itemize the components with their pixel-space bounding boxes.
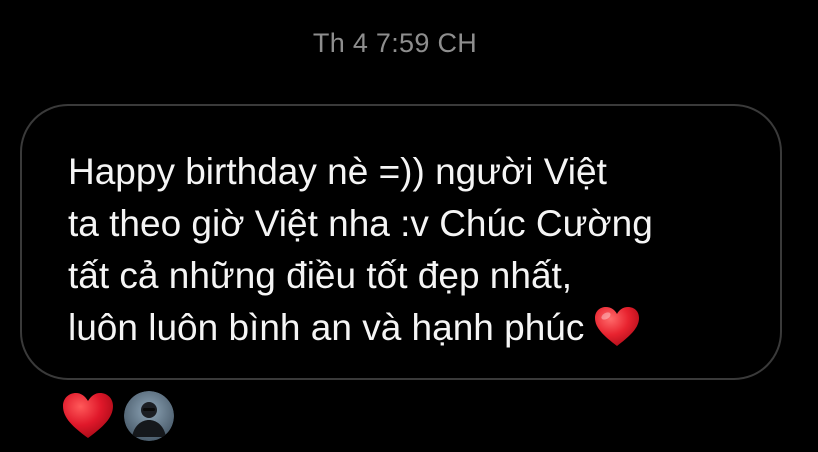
avatar[interactable] (124, 391, 174, 441)
chat-screen: Th 4 7:59 CH Happy birthday nè =)) người… (0, 0, 818, 452)
red-heart-icon (595, 307, 640, 346)
message-bubble[interactable]: Happy birthday nè =)) người Việt ta theo… (20, 104, 782, 380)
message-line: tất cả những điều tốt đẹp nhất, (68, 255, 573, 296)
message-timestamp: Th 4 7:59 CH (312, 28, 478, 58)
message-line: ta theo giờ Việt nha :v Chúc Cường (68, 203, 653, 244)
message-line: Happy birthday nè =)) người Việt (68, 151, 607, 192)
avatar-image (124, 391, 174, 441)
message-text: Happy birthday nè =)) người Việt ta theo… (68, 146, 768, 354)
reactions-bar[interactable] (62, 390, 174, 442)
red-heart-icon[interactable] (62, 392, 114, 440)
message-line-last: luôn luôn bình an và hạnh phúc (68, 302, 768, 354)
message-line: luôn luôn bình an và hạnh phúc (68, 307, 585, 348)
